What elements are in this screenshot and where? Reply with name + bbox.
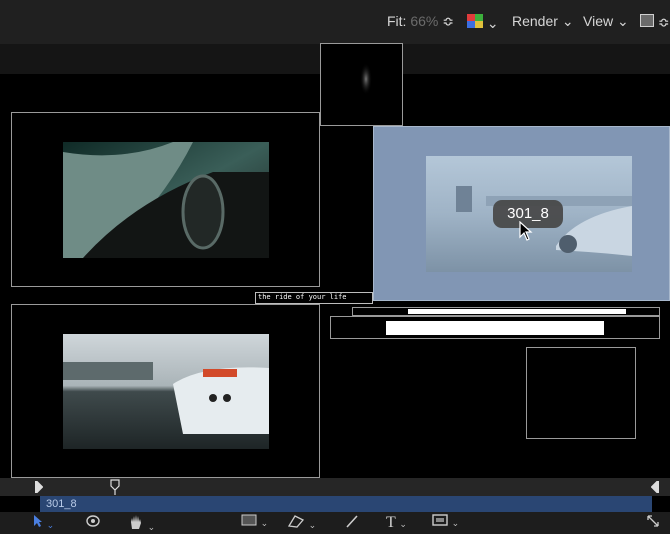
car-rear-image [63, 334, 269, 449]
pointer-cursor-icon [519, 221, 533, 241]
white-bar [386, 321, 604, 335]
dark-layer-frame[interactable] [526, 347, 636, 439]
fit-label: Fit: [387, 13, 407, 29]
chevron-down-icon: ⌄ [147, 522, 156, 532]
fit-value: 66% [410, 13, 439, 29]
text-tool[interactable]: T ⌄ [386, 514, 407, 532]
car-rear-clip-frame[interactable] [11, 304, 320, 478]
chevron-down-icon: ⌄ [486, 15, 499, 31]
playhead-icon[interactable] [110, 479, 120, 495]
timeline-clip[interactable] [40, 496, 652, 512]
timeline-clip-label: 301_8 [46, 498, 77, 510]
chevron-down-icon: ⌄ [308, 520, 317, 530]
smoke-image [360, 63, 372, 95]
chevron-down-icon: ⌄ [46, 520, 55, 530]
mini-timeline[interactable] [0, 478, 670, 496]
fit-stepper-icon: ≎ [442, 13, 454, 29]
square-layout-icon [640, 14, 654, 27]
expand-icon [647, 515, 659, 527]
fit-stepper-icon: ≎ [657, 14, 670, 30]
color-channels-menu[interactable]: ⌄ [467, 14, 499, 32]
text-bar-frame-2[interactable] [330, 316, 660, 339]
orbit-tool[interactable] [85, 514, 101, 531]
smoke-layer-frame[interactable] [320, 43, 403, 126]
lower-third-title[interactable]: the ride of your life [255, 292, 373, 304]
viewer-toolbar: Fit: 66% ≎ ⌄ Render ⌄ View ⌄ ≎ [0, 0, 670, 44]
shape-tool[interactable]: ⌄ [241, 514, 268, 529]
fit-zoom-control[interactable]: Fit: 66% ≎ [387, 13, 454, 30]
frame-tool[interactable]: ⌄ [432, 514, 459, 529]
view-label: View [583, 13, 614, 29]
mask-pen-icon [287, 515, 305, 528]
brush-icon [346, 515, 358, 528]
chevron-down-icon: ⌄ [260, 518, 269, 528]
select-tool[interactable]: ⌄ [33, 514, 54, 531]
hand-icon [131, 515, 141, 529]
car-side-image [63, 142, 269, 258]
orbit-icon [86, 515, 100, 527]
chevron-down-icon: ⌄ [451, 518, 460, 528]
frame-icon [432, 514, 448, 526]
chevron-down-icon: ⌄ [616, 13, 629, 29]
expand-viewer-button[interactable] [646, 514, 660, 531]
text-bar-frame-1[interactable] [352, 307, 660, 316]
mask-tool[interactable]: ⌄ [287, 514, 316, 531]
paint-stroke-tool[interactable] [345, 514, 359, 531]
viewer-layout-menu[interactable]: ≎ [640, 14, 670, 31]
play-range-end-icon[interactable] [651, 481, 659, 493]
play-range-start-icon[interactable] [35, 481, 43, 493]
color-channels-icon [467, 14, 483, 28]
render-menu[interactable]: Render ⌄ [512, 13, 574, 30]
render-label: Render [512, 13, 558, 29]
rectangle-icon [241, 514, 257, 526]
arrow-select-icon [34, 515, 42, 527]
text-icon: T [386, 514, 396, 531]
hand-tool[interactable]: ⌄ [128, 514, 155, 533]
view-menu[interactable]: View ⌄ [583, 13, 629, 30]
chevron-down-icon: ⌄ [399, 519, 407, 529]
car-side-clip-frame[interactable] [11, 112, 320, 287]
chevron-down-icon: ⌄ [561, 13, 574, 29]
white-bar [408, 309, 626, 314]
